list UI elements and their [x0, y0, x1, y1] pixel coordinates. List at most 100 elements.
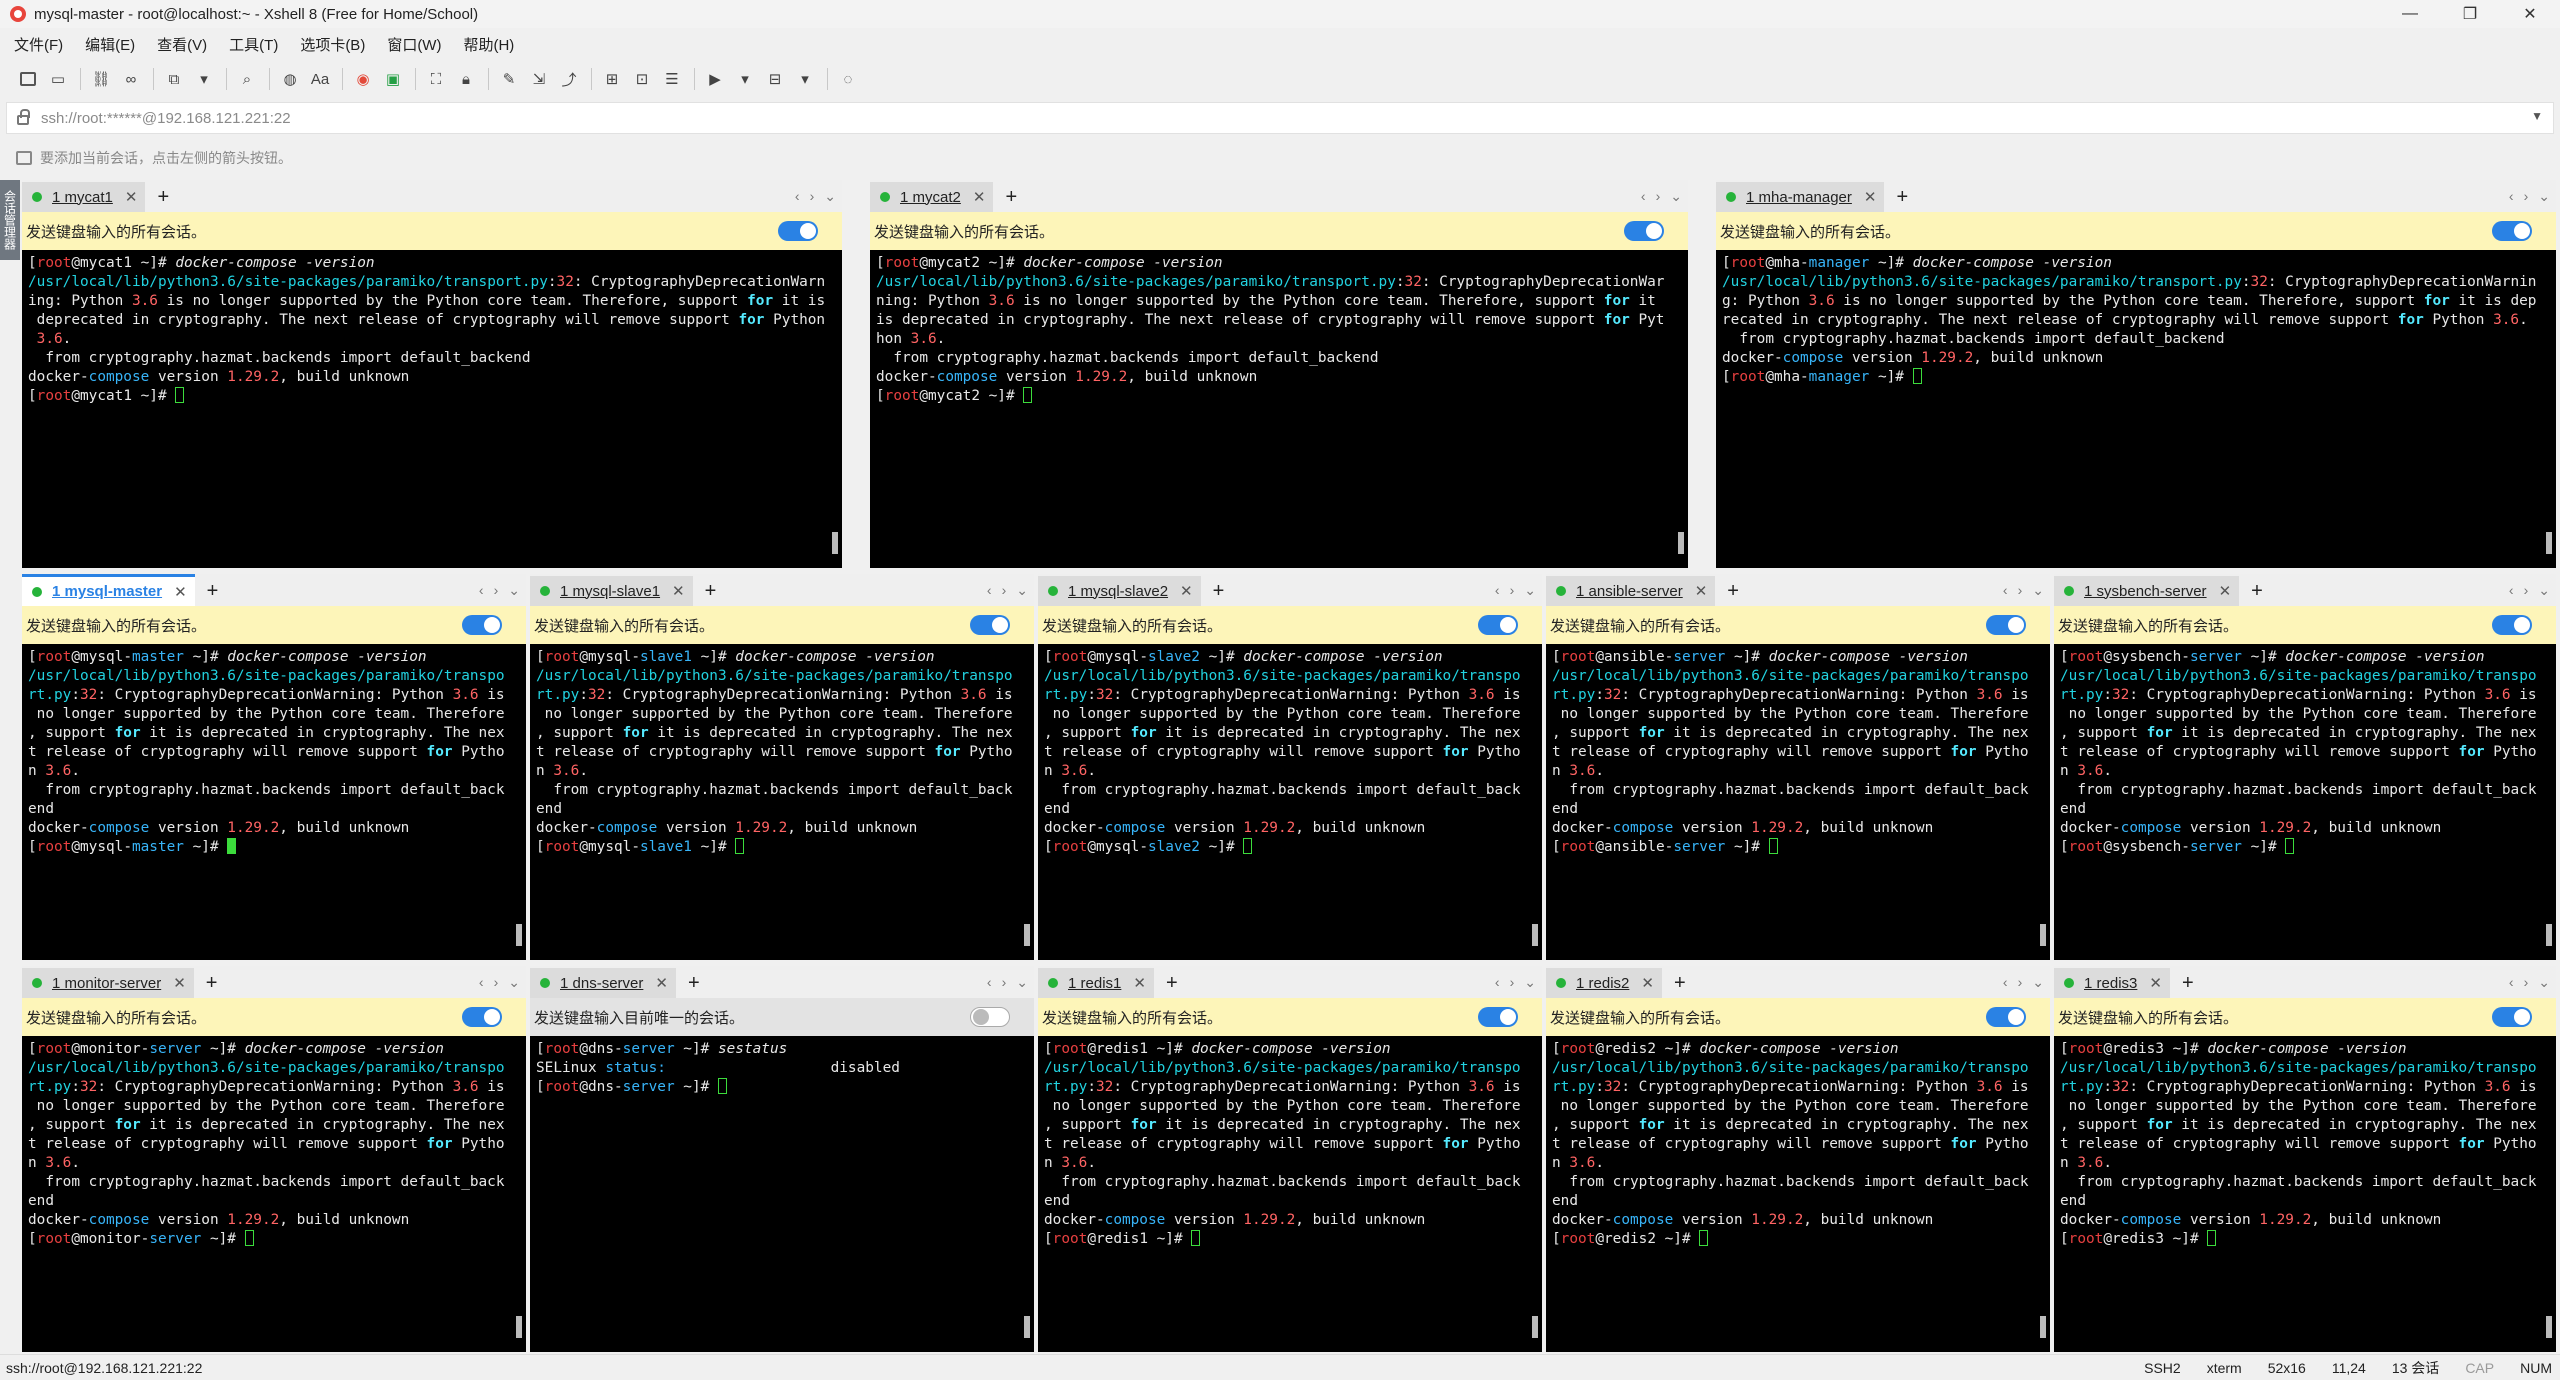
scrollbar-thumb[interactable] [516, 1316, 522, 1338]
tab-list-icon[interactable]: ⌄ [2538, 582, 2550, 599]
tab-mycat1[interactable]: 1 mycat1 ✕ [22, 182, 146, 212]
menu-tab[interactable]: 选项卡(B) [296, 32, 369, 57]
tab-monitor-server[interactable]: 1 monitor-server ✕ [22, 968, 194, 998]
tab-mycat2[interactable]: 1 mycat2 ✕ [870, 182, 994, 212]
tab-ansible-server[interactable]: 1 ansible-server ✕ [1546, 576, 1716, 606]
terminal-monitor-server[interactable]: [root@monitor-server ~]# docker-compose … [22, 1036, 526, 1352]
add-tab-icon[interactable]: + [1896, 182, 1908, 212]
menu-window[interactable]: 窗口(W) [383, 32, 445, 57]
tab-prev-icon[interactable]: ‹ [2003, 974, 2008, 990]
close-window-button[interactable]: ✕ [2500, 0, 2560, 28]
tab-list-icon[interactable]: ⌄ [2032, 582, 2044, 599]
tab-next-icon[interactable]: › [1002, 582, 1007, 598]
tab-prev-icon[interactable]: ‹ [1641, 188, 1646, 204]
tab-list-icon[interactable]: ⌄ [1524, 974, 1536, 991]
tab-group-icon[interactable]: ⊡ [630, 67, 654, 91]
scrollbar-thumb[interactable] [2040, 1316, 2046, 1338]
tab-list-icon[interactable]: ⌄ [508, 974, 520, 991]
open-folder-icon[interactable]: ▭ [46, 67, 70, 91]
tab-next-icon[interactable]: › [2018, 974, 2023, 990]
tab-prev-icon[interactable]: ‹ [987, 582, 992, 598]
tab-sysbench-server[interactable]: 1 sysbench-server ✕ [2054, 576, 2240, 606]
scrollbar-thumb[interactable] [2546, 532, 2552, 554]
terminal-mha-manager[interactable]: [root@mha-manager ~]# docker-compose -ve… [1716, 250, 2556, 568]
minimize-button[interactable]: — [2380, 0, 2440, 28]
terminal-redis1[interactable]: [root@redis1 ~]# docker-compose -version… [1038, 1036, 1542, 1352]
menu-tools[interactable]: 工具(T) [225, 32, 282, 57]
close-tab-icon[interactable]: ✕ [1180, 582, 1193, 600]
close-tab-icon[interactable]: ✕ [1641, 974, 1654, 992]
tab-list-icon[interactable]: ⌄ [1016, 974, 1028, 991]
tab-prev-icon[interactable]: ‹ [479, 974, 484, 990]
tab-prev-icon[interactable]: ‹ [987, 974, 992, 990]
close-tab-icon[interactable]: ✕ [173, 974, 186, 992]
add-tab-icon[interactable]: + [688, 968, 700, 998]
tab-list-icon[interactable]: ⌄ [1670, 188, 1682, 205]
send-input-toggle[interactable] [778, 221, 818, 241]
terminal-sysbench-server[interactable]: [root@sysbench-server ~]# docker-compose… [2054, 644, 2556, 960]
close-tab-icon[interactable]: ✕ [1864, 188, 1877, 206]
tab-next-icon[interactable]: › [2524, 188, 2529, 204]
tab-next-icon[interactable]: › [2018, 582, 2023, 598]
close-tab-icon[interactable]: ✕ [1695, 582, 1708, 600]
add-tab-icon[interactable]: + [2182, 968, 2194, 998]
globe-icon[interactable]: ◍ [278, 67, 302, 91]
find-icon[interactable]: ⌕ [235, 67, 259, 91]
scrollbar-thumb[interactable] [1024, 924, 1030, 946]
terminal-dns-server[interactable]: [root@dns-server ~]# sestatus SELinux sta… [530, 1036, 1034, 1352]
chat-icon[interactable]: ◌ [836, 67, 860, 91]
add-tab-icon[interactable]: + [207, 576, 219, 606]
status-session-count[interactable]: 13 会话 [2392, 1358, 2439, 1378]
tab-next-icon[interactable]: › [2524, 974, 2529, 990]
new-session-icon[interactable] [16, 67, 40, 91]
terminal-redis2[interactable]: [root@redis2 ~]# docker-compose -version… [1546, 1036, 2050, 1352]
add-tab-icon[interactable]: + [1674, 968, 1686, 998]
scrollbar-thumb[interactable] [1678, 532, 1684, 554]
scrollbar-thumb[interactable] [1532, 1316, 1538, 1338]
terminal-mysql-slave1[interactable]: [root@mysql-slave1 ~]# docker-compose -v… [530, 644, 1034, 960]
script-icon[interactable]: ▣ [381, 67, 405, 91]
tab-next-icon[interactable]: › [2524, 582, 2529, 598]
send-input-toggle[interactable] [1478, 615, 1518, 635]
scrollbar-thumb[interactable] [516, 924, 522, 946]
tab-prev-icon[interactable]: ‹ [795, 188, 800, 204]
highlight-icon[interactable]: ✎ [497, 67, 521, 91]
add-tab-icon[interactable]: + [157, 182, 169, 212]
tab-prev-icon[interactable]: ‹ [2509, 974, 2514, 990]
layout-icon[interactable]: ⊟ [763, 67, 787, 91]
tab-next-icon[interactable]: › [494, 974, 499, 990]
tab-next-icon[interactable]: › [1002, 974, 1007, 990]
send-input-toggle[interactable] [2492, 221, 2532, 241]
menu-view[interactable]: 查看(V) [153, 32, 211, 57]
close-tab-icon[interactable]: ✕ [2149, 974, 2162, 992]
new-tab-group-icon[interactable]: ⊞ [600, 67, 624, 91]
add-tab-icon[interactable]: + [1727, 576, 1739, 606]
tab-list-icon[interactable]: ⌄ [1524, 582, 1536, 599]
close-tab-icon[interactable]: ✕ [174, 583, 187, 601]
layout-dropdown-icon[interactable]: ▾ [793, 67, 817, 91]
add-tab-icon[interactable]: + [206, 968, 218, 998]
add-tab-icon[interactable]: + [1213, 576, 1225, 606]
tab-next-icon[interactable]: › [1510, 974, 1515, 990]
scrollbar-thumb[interactable] [832, 532, 838, 554]
menu-edit[interactable]: 编辑(E) [81, 32, 139, 57]
tab-prev-icon[interactable]: ‹ [2509, 582, 2514, 598]
tab-mysql-slave2[interactable]: 1 mysql-slave2 ✕ [1038, 576, 1201, 606]
xftp-icon[interactable]: ◉ [351, 67, 375, 91]
tab-list-icon[interactable]: ⌄ [2032, 974, 2044, 991]
terminal-redis3[interactable]: [root@redis3 ~]# docker-compose -version… [2054, 1036, 2556, 1352]
tab-dns-server[interactable]: 1 dns-server ✕ [530, 968, 676, 998]
transfer-dropdown-icon[interactable]: ▾ [192, 67, 216, 91]
tab-prev-icon[interactable]: ‹ [479, 582, 484, 598]
menu-file[interactable]: 文件(F) [10, 32, 67, 57]
address-dropdown-icon[interactable]: ▼ [2531, 109, 2543, 123]
connect-icon[interactable]: ⛓ [89, 67, 113, 91]
macro-icon[interactable]: ⤴ [557, 67, 581, 91]
close-tab-icon[interactable]: ✕ [1133, 974, 1146, 992]
scrollbar-thumb[interactable] [2546, 924, 2552, 946]
tab-prev-icon[interactable]: ‹ [2003, 582, 2008, 598]
compose-icon[interactable]: ⇲ [527, 67, 551, 91]
maximize-button[interactable]: ❐ [2440, 0, 2500, 28]
send-input-toggle[interactable] [1478, 1007, 1518, 1027]
scrollbar-thumb[interactable] [1024, 1316, 1030, 1338]
